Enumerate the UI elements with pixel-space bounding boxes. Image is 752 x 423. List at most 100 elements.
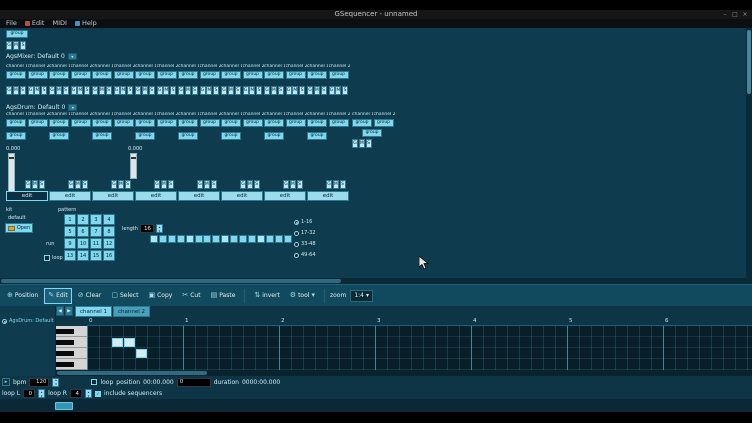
solo-toggle[interactable]: S bbox=[192, 86, 198, 95]
menu-item-midi[interactable]: MIDI bbox=[48, 19, 70, 28]
note-grid[interactable] bbox=[87, 326, 752, 370]
tab-channel-2[interactable]: channel 2 bbox=[113, 306, 150, 317]
solo-toggle[interactable]: S bbox=[278, 86, 284, 95]
solo-toggle[interactable]: S bbox=[127, 86, 133, 95]
pattern-step[interactable] bbox=[230, 235, 238, 243]
group-button[interactable]: group bbox=[200, 119, 220, 127]
solo-toggle[interactable]: S bbox=[125, 180, 131, 189]
mute-toggle[interactable]: M bbox=[77, 86, 83, 95]
pattern-loop-toggle[interactable]: loop bbox=[44, 255, 63, 261]
scrollbar-thumb[interactable] bbox=[57, 371, 207, 375]
group-button[interactable]: group bbox=[49, 71, 69, 79]
solo-toggle[interactable]: S bbox=[342, 86, 348, 95]
mute-toggle[interactable]: M bbox=[118, 180, 124, 189]
pattern-step[interactable] bbox=[159, 235, 167, 243]
pad-group-button[interactable]: group bbox=[362, 129, 382, 137]
mute-toggle[interactable]: M bbox=[359, 139, 365, 148]
group-toggle[interactable]: G bbox=[92, 86, 98, 95]
solo-toggle[interactable]: S bbox=[256, 86, 262, 95]
solo-toggle[interactable]: S bbox=[170, 86, 176, 95]
chevron-down-icon[interactable]: ▾ bbox=[68, 53, 77, 60]
group-button[interactable]: group bbox=[374, 119, 394, 127]
group-button[interactable]: group bbox=[6, 119, 26, 127]
toolbar-tool-button[interactable]: ⚙tool▾ bbox=[286, 288, 319, 304]
black-key[interactable] bbox=[56, 351, 74, 356]
spin-down-icon[interactable]: ▾ bbox=[55, 382, 57, 386]
machine-radio-item[interactable]: AgsDrum: Default 0 bbox=[2, 318, 55, 324]
pad-group-button[interactable]: group bbox=[135, 132, 155, 140]
solo-toggle[interactable]: S bbox=[366, 139, 372, 148]
scrollbar-thumb[interactable] bbox=[747, 30, 751, 94]
mute-toggle[interactable]: M bbox=[206, 86, 212, 95]
group-button[interactable]: group bbox=[157, 119, 177, 127]
spin-down-icon[interactable]: ▾ bbox=[88, 394, 90, 398]
edit-button[interactable]: edit bbox=[221, 191, 263, 201]
pattern-pad[interactable]: 11 bbox=[90, 238, 102, 249]
pattern-step[interactable] bbox=[195, 235, 203, 243]
spin-down-icon[interactable]: ▾ bbox=[41, 394, 43, 398]
group-toggle[interactable]: G bbox=[6, 41, 12, 50]
solo-toggle[interactable]: S bbox=[149, 86, 155, 95]
pattern-step[interactable] bbox=[168, 235, 176, 243]
group-button[interactable]: group bbox=[200, 71, 220, 79]
fader-handle[interactable] bbox=[131, 157, 136, 159]
pattern-step[interactable] bbox=[275, 235, 283, 243]
toolbar-invert-button[interactable]: ⇅invert bbox=[250, 288, 283, 304]
expander-button[interactable]: ▸ bbox=[2, 378, 10, 386]
open-button[interactable]: Open bbox=[5, 223, 33, 233]
minimize-button[interactable]: – bbox=[720, 10, 730, 19]
toolbar-cut-button[interactable]: ✂Cut bbox=[178, 288, 204, 304]
solo-toggle[interactable]: S bbox=[299, 86, 305, 95]
group-button[interactable]: group bbox=[71, 119, 91, 127]
toolbar-select-button[interactable]: ▢Select bbox=[107, 288, 142, 304]
group-toggle[interactable]: G bbox=[326, 180, 332, 189]
group-button[interactable]: group bbox=[28, 71, 48, 79]
group-toggle[interactable]: G bbox=[197, 180, 203, 189]
pattern-pad[interactable]: 9 bbox=[64, 238, 76, 249]
mute-toggle[interactable]: M bbox=[142, 86, 148, 95]
pad-group-button[interactable]: group bbox=[178, 132, 198, 140]
group-toggle[interactable]: G bbox=[135, 86, 141, 95]
mute-toggle[interactable]: M bbox=[290, 180, 296, 189]
length-stepper[interactable]: ▴▾ bbox=[156, 224, 163, 233]
loop-r-stepper[interactable]: ▴▾ bbox=[85, 389, 92, 398]
group-button[interactable]: group bbox=[329, 71, 349, 79]
group-button[interactable]: group bbox=[28, 119, 48, 127]
edit-button[interactable]: edit bbox=[264, 191, 306, 201]
black-key[interactable] bbox=[56, 362, 74, 367]
mute-toggle[interactable]: M bbox=[13, 41, 19, 50]
mute-toggle[interactable]: M bbox=[34, 86, 40, 95]
tab-nav-right-button[interactable]: ▶ bbox=[65, 306, 73, 316]
loop-l-stepper[interactable]: ▴▾ bbox=[38, 389, 45, 398]
group-toggle[interactable]: G bbox=[283, 180, 289, 189]
group-button[interactable]: group bbox=[307, 119, 327, 127]
pattern-pad[interactable]: 10 bbox=[77, 238, 89, 249]
group-toggle[interactable]: G bbox=[6, 86, 12, 95]
edit-button[interactable]: edit bbox=[307, 191, 349, 201]
group-toggle[interactable]: G bbox=[264, 86, 270, 95]
fader-handle[interactable] bbox=[9, 157, 14, 159]
group-button[interactable]: group bbox=[71, 71, 91, 79]
loop-checkbox[interactable] bbox=[44, 255, 50, 261]
mute-toggle[interactable]: M bbox=[75, 180, 81, 189]
volume-fader[interactable] bbox=[130, 153, 137, 179]
vertical-scrollbar[interactable] bbox=[746, 28, 752, 278]
tab-channel-1[interactable]: channel 1 bbox=[75, 306, 112, 317]
group-button[interactable]: group bbox=[352, 119, 372, 127]
length-input[interactable]: 16 bbox=[140, 224, 154, 233]
bpm-stepper[interactable]: ▴▾ bbox=[52, 378, 59, 387]
pattern-step[interactable] bbox=[239, 235, 247, 243]
pattern-pad[interactable]: 4 bbox=[103, 214, 115, 225]
pattern-pad[interactable]: 14 bbox=[77, 250, 89, 261]
solo-toggle[interactable]: S bbox=[63, 86, 69, 95]
tab-nav-left-button[interactable]: ◀ bbox=[56, 306, 64, 316]
pattern-pad[interactable]: 12 bbox=[103, 238, 115, 249]
mute-toggle[interactable]: M bbox=[271, 86, 277, 95]
solo-toggle[interactable]: S bbox=[82, 180, 88, 189]
group-toggle[interactable]: G bbox=[114, 86, 120, 95]
group-button[interactable]: group bbox=[157, 71, 177, 79]
pattern-pad[interactable]: 13 bbox=[64, 250, 76, 261]
solo-toggle[interactable]: S bbox=[321, 86, 327, 95]
group-toggle[interactable]: G bbox=[240, 180, 246, 189]
zoom-select[interactable]: 1:4 ▾ bbox=[350, 290, 373, 302]
